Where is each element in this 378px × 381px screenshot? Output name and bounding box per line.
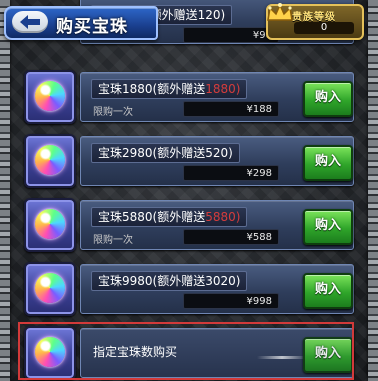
item-name: 宝珠1880(额外赠送1880) — [91, 79, 248, 99]
glow-effect — [257, 356, 307, 359]
custom-amount-row: 指定宝珠数购买 购入 — [24, 324, 354, 380]
item-name: 宝珠2980(额外赠送520) — [91, 143, 240, 163]
gem-orb-icon — [35, 273, 65, 303]
gem-frame — [24, 262, 76, 316]
item-name: 宝珠5880(额外赠送5880) — [91, 207, 248, 227]
back-arrow-icon — [12, 11, 48, 33]
buy-button[interactable]: 购入 — [303, 81, 353, 117]
custom-amount-label: 指定宝珠数购买 — [93, 345, 178, 359]
purchase-limit-label: 限购一次 — [93, 107, 133, 118]
buy-button[interactable]: 购入 — [303, 273, 353, 309]
header-bar: 购买宝珠 贵族等级 0 — [0, 0, 378, 40]
page-title: 购买宝珠 — [56, 17, 128, 37]
item-price: ¥998 — [183, 293, 279, 309]
gem-frame — [24, 134, 76, 188]
left-border-stripe — [0, 0, 10, 381]
item-panel: 宝珠1880(额外赠送1880) 限购一次 ¥188 购入 — [80, 72, 354, 122]
right-border-stripe — [368, 0, 378, 381]
gem-frame — [24, 198, 76, 252]
purchase-limit-label: 限购一次 — [93, 235, 133, 246]
item-panel: 宝珠9980(额外赠送3020) ¥998 购入 — [80, 264, 354, 314]
shop-item-row: 宝珠9980(额外赠送3020) ¥998 购入 — [24, 260, 354, 316]
gem-orb-icon — [35, 337, 65, 367]
gem-orb-icon — [35, 81, 65, 111]
shop-item-row: 宝珠1880(额外赠送1880) 限购一次 ¥188 购入 — [24, 68, 354, 124]
shop-item-row: 宝珠2980(额外赠送520) ¥298 购入 — [24, 132, 354, 188]
vip-level-value: 0 — [294, 22, 354, 34]
crown-icon — [267, 3, 293, 21]
back-button[interactable]: 购买宝珠 — [4, 6, 158, 40]
vip-level-badge[interactable]: 贵族等级 0 — [266, 3, 364, 40]
item-price: ¥188 — [183, 101, 279, 117]
item-panel: 宝珠2980(额外赠送520) ¥298 购入 — [80, 136, 354, 186]
gem-frame — [24, 70, 76, 124]
custom-buy-button[interactable]: 购入 — [303, 337, 353, 373]
item-panel: 指定宝珠数购买 购入 — [80, 328, 354, 378]
shop-item-row: 宝珠5880(额外赠送5880) 限购一次 ¥588 购入 — [24, 196, 354, 252]
gem-frame — [24, 326, 76, 380]
buy-button[interactable]: 购入 — [303, 145, 353, 181]
gem-orb-icon — [35, 209, 65, 239]
item-panel: 宝珠5880(额外赠送5880) 限购一次 ¥588 购入 — [80, 200, 354, 250]
item-price: ¥298 — [183, 165, 279, 181]
item-price: ¥588 — [183, 229, 279, 245]
item-name: 宝珠9980(额外赠送3020) — [91, 271, 248, 291]
gem-orb-icon — [35, 145, 65, 175]
buy-button[interactable]: 购入 — [303, 209, 353, 245]
vip-label: 贵族等级 — [292, 12, 336, 23]
